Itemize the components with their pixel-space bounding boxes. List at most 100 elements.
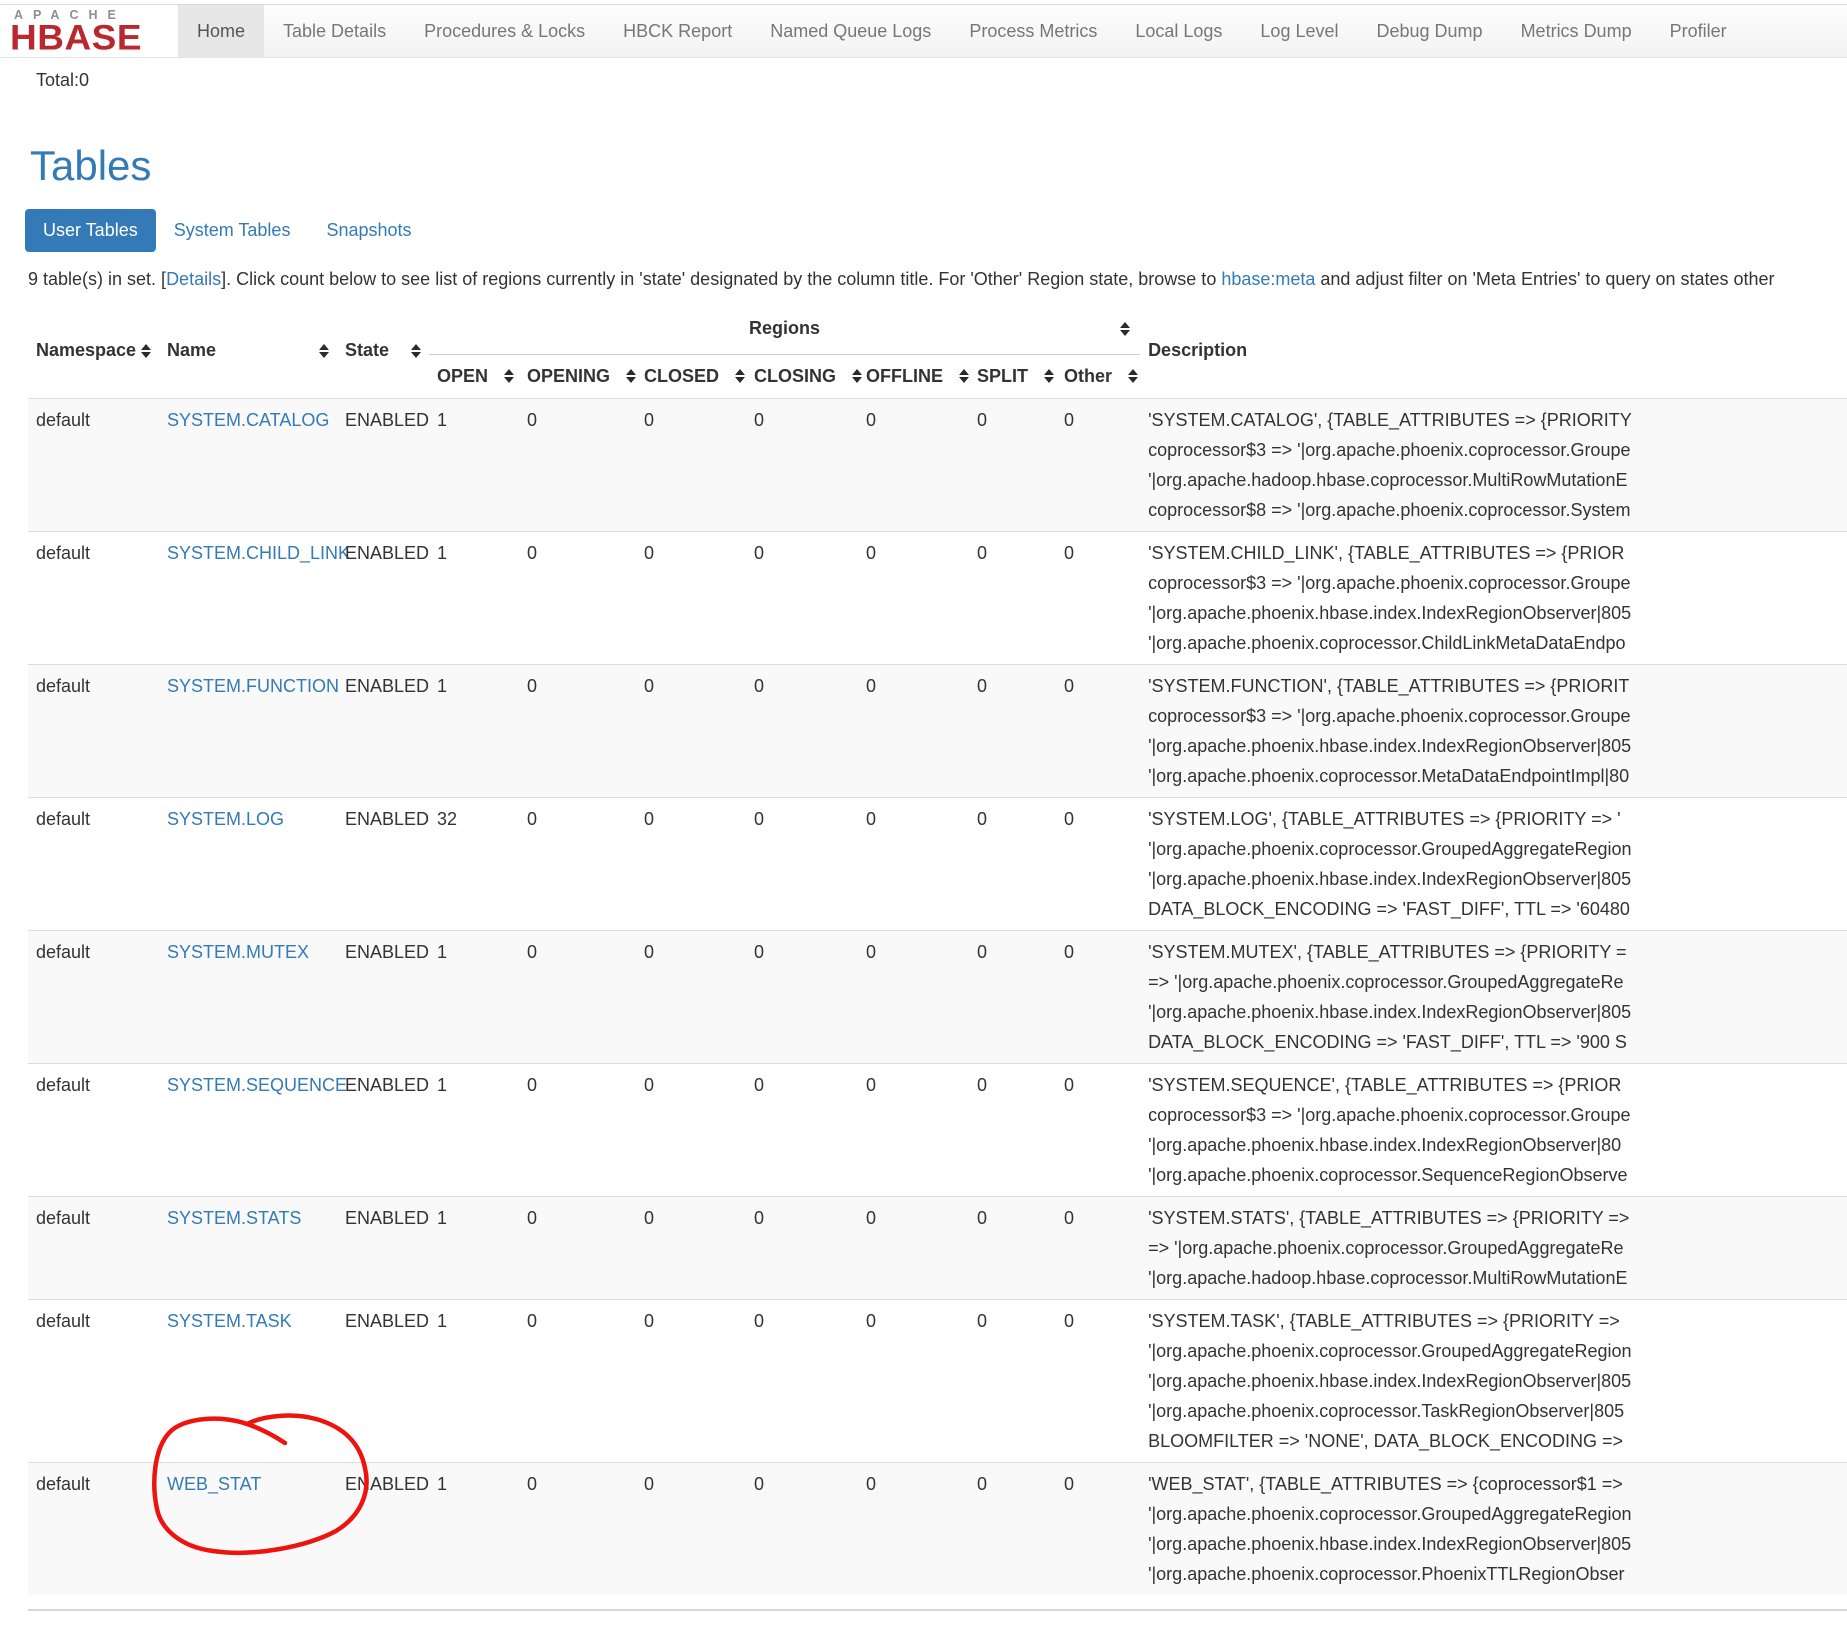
sort-icon[interactable]: [1128, 369, 1138, 383]
open-count[interactable]: 1: [429, 398, 519, 531]
sort-icon[interactable]: [1044, 369, 1054, 383]
nav-item-procedures-locks[interactable]: Procedures & Locks: [405, 5, 604, 57]
col-header-regions[interactable]: Regions: [429, 304, 1140, 354]
closed-count[interactable]: 0: [636, 1299, 746, 1462]
offline-count[interactable]: 0: [858, 930, 969, 1063]
col-header-other[interactable]: Other: [1056, 354, 1140, 398]
closing-count[interactable]: 0: [746, 531, 858, 664]
hbase-logo[interactable]: APACHE HBASE: [0, 5, 178, 57]
offline-count[interactable]: 0: [858, 531, 969, 664]
split-count[interactable]: 0: [969, 1462, 1056, 1595]
tab-system-tables[interactable]: System Tables: [156, 209, 309, 252]
col-header-closing[interactable]: CLOSING: [746, 354, 858, 398]
col-header-name[interactable]: Name: [159, 304, 337, 398]
closing-count[interactable]: 0: [746, 1462, 858, 1595]
nav-item-hbck-report[interactable]: HBCK Report: [604, 5, 751, 57]
other-count[interactable]: 0: [1056, 1299, 1140, 1462]
col-header-state[interactable]: State: [337, 304, 429, 398]
other-count[interactable]: 0: [1056, 664, 1140, 797]
col-header-open[interactable]: OPEN: [429, 354, 519, 398]
split-count[interactable]: 0: [969, 531, 1056, 664]
opening-count[interactable]: 0: [519, 1196, 636, 1299]
closing-count[interactable]: 0: [746, 664, 858, 797]
tab-snapshots[interactable]: Snapshots: [308, 209, 429, 252]
closed-count[interactable]: 0: [636, 797, 746, 930]
offline-count[interactable]: 0: [858, 1196, 969, 1299]
offline-count[interactable]: 0: [858, 1462, 969, 1595]
open-count[interactable]: 1: [429, 1462, 519, 1595]
closed-count[interactable]: 0: [636, 930, 746, 1063]
open-count[interactable]: 1: [429, 531, 519, 664]
split-count[interactable]: 0: [969, 1063, 1056, 1196]
nav-item-table-details[interactable]: Table Details: [264, 5, 405, 57]
sort-icon[interactable]: [735, 369, 745, 383]
details-link[interactable]: Details: [166, 269, 221, 289]
table-link-system-stats[interactable]: SYSTEM.STATS: [167, 1208, 301, 1228]
opening-count[interactable]: 0: [519, 1063, 636, 1196]
other-count[interactable]: 0: [1056, 1063, 1140, 1196]
nav-item-home[interactable]: Home: [178, 5, 264, 57]
open-count[interactable]: 32: [429, 797, 519, 930]
table-link-system-function[interactable]: SYSTEM.FUNCTION: [167, 676, 339, 696]
col-header-namespace[interactable]: Namespace: [28, 304, 159, 398]
table-link-system-catalog[interactable]: SYSTEM.CATALOG: [167, 410, 329, 430]
table-link-system-sequence[interactable]: SYSTEM.SEQUENCE: [167, 1075, 347, 1095]
open-count[interactable]: 1: [429, 1299, 519, 1462]
closing-count[interactable]: 0: [746, 398, 858, 531]
open-count[interactable]: 1: [429, 1063, 519, 1196]
closing-count[interactable]: 0: [746, 1063, 858, 1196]
other-count[interactable]: 0: [1056, 1462, 1140, 1595]
open-count[interactable]: 1: [429, 1196, 519, 1299]
table-link-system-child-link[interactable]: SYSTEM.CHILD_LINK: [167, 543, 350, 563]
table-link-web-stat[interactable]: WEB_STAT: [167, 1474, 261, 1494]
closed-count[interactable]: 0: [636, 531, 746, 664]
offline-count[interactable]: 0: [858, 1063, 969, 1196]
closed-count[interactable]: 0: [636, 398, 746, 531]
closed-count[interactable]: 0: [636, 1462, 746, 1595]
other-count[interactable]: 0: [1056, 398, 1140, 531]
sort-icon[interactable]: [319, 344, 329, 358]
other-count[interactable]: 0: [1056, 930, 1140, 1063]
col-header-split[interactable]: SPLIT: [969, 354, 1056, 398]
split-count[interactable]: 0: [969, 930, 1056, 1063]
split-count[interactable]: 0: [969, 398, 1056, 531]
nav-item-debug-dump[interactable]: Debug Dump: [1358, 5, 1502, 57]
opening-count[interactable]: 0: [519, 797, 636, 930]
sort-icon[interactable]: [959, 369, 969, 383]
split-count[interactable]: 0: [969, 664, 1056, 797]
sort-icon[interactable]: [504, 369, 514, 383]
opening-count[interactable]: 0: [519, 531, 636, 664]
closed-count[interactable]: 0: [636, 1063, 746, 1196]
closed-count[interactable]: 0: [636, 664, 746, 797]
opening-count[interactable]: 0: [519, 398, 636, 531]
nav-item-process-metrics[interactable]: Process Metrics: [950, 5, 1116, 57]
sort-icon[interactable]: [1120, 322, 1130, 336]
hbase-meta-link[interactable]: hbase:meta: [1221, 269, 1315, 289]
sort-icon[interactable]: [626, 369, 636, 383]
closing-count[interactable]: 0: [746, 1299, 858, 1462]
nav-item-named-queue-logs[interactable]: Named Queue Logs: [751, 5, 950, 57]
col-header-offline[interactable]: OFFLINE: [858, 354, 969, 398]
table-link-system-task[interactable]: SYSTEM.TASK: [167, 1311, 292, 1331]
col-header-opening[interactable]: OPENING: [519, 354, 636, 398]
nav-item-profiler[interactable]: Profiler: [1651, 5, 1746, 57]
other-count[interactable]: 0: [1056, 797, 1140, 930]
opening-count[interactable]: 0: [519, 1299, 636, 1462]
other-count[interactable]: 0: [1056, 531, 1140, 664]
split-count[interactable]: 0: [969, 1196, 1056, 1299]
sort-icon[interactable]: [852, 369, 862, 383]
offline-count[interactable]: 0: [858, 1299, 969, 1462]
closed-count[interactable]: 0: [636, 1196, 746, 1299]
opening-count[interactable]: 0: [519, 664, 636, 797]
nav-item-metrics-dump[interactable]: Metrics Dump: [1502, 5, 1651, 57]
opening-count[interactable]: 0: [519, 1462, 636, 1595]
tab-user-tables[interactable]: User Tables: [25, 209, 156, 252]
split-count[interactable]: 0: [969, 797, 1056, 930]
closing-count[interactable]: 0: [746, 1196, 858, 1299]
split-count[interactable]: 0: [969, 1299, 1056, 1462]
offline-count[interactable]: 0: [858, 797, 969, 930]
opening-count[interactable]: 0: [519, 930, 636, 1063]
sort-icon[interactable]: [141, 344, 151, 358]
offline-count[interactable]: 0: [858, 664, 969, 797]
table-link-system-log[interactable]: SYSTEM.LOG: [167, 809, 284, 829]
